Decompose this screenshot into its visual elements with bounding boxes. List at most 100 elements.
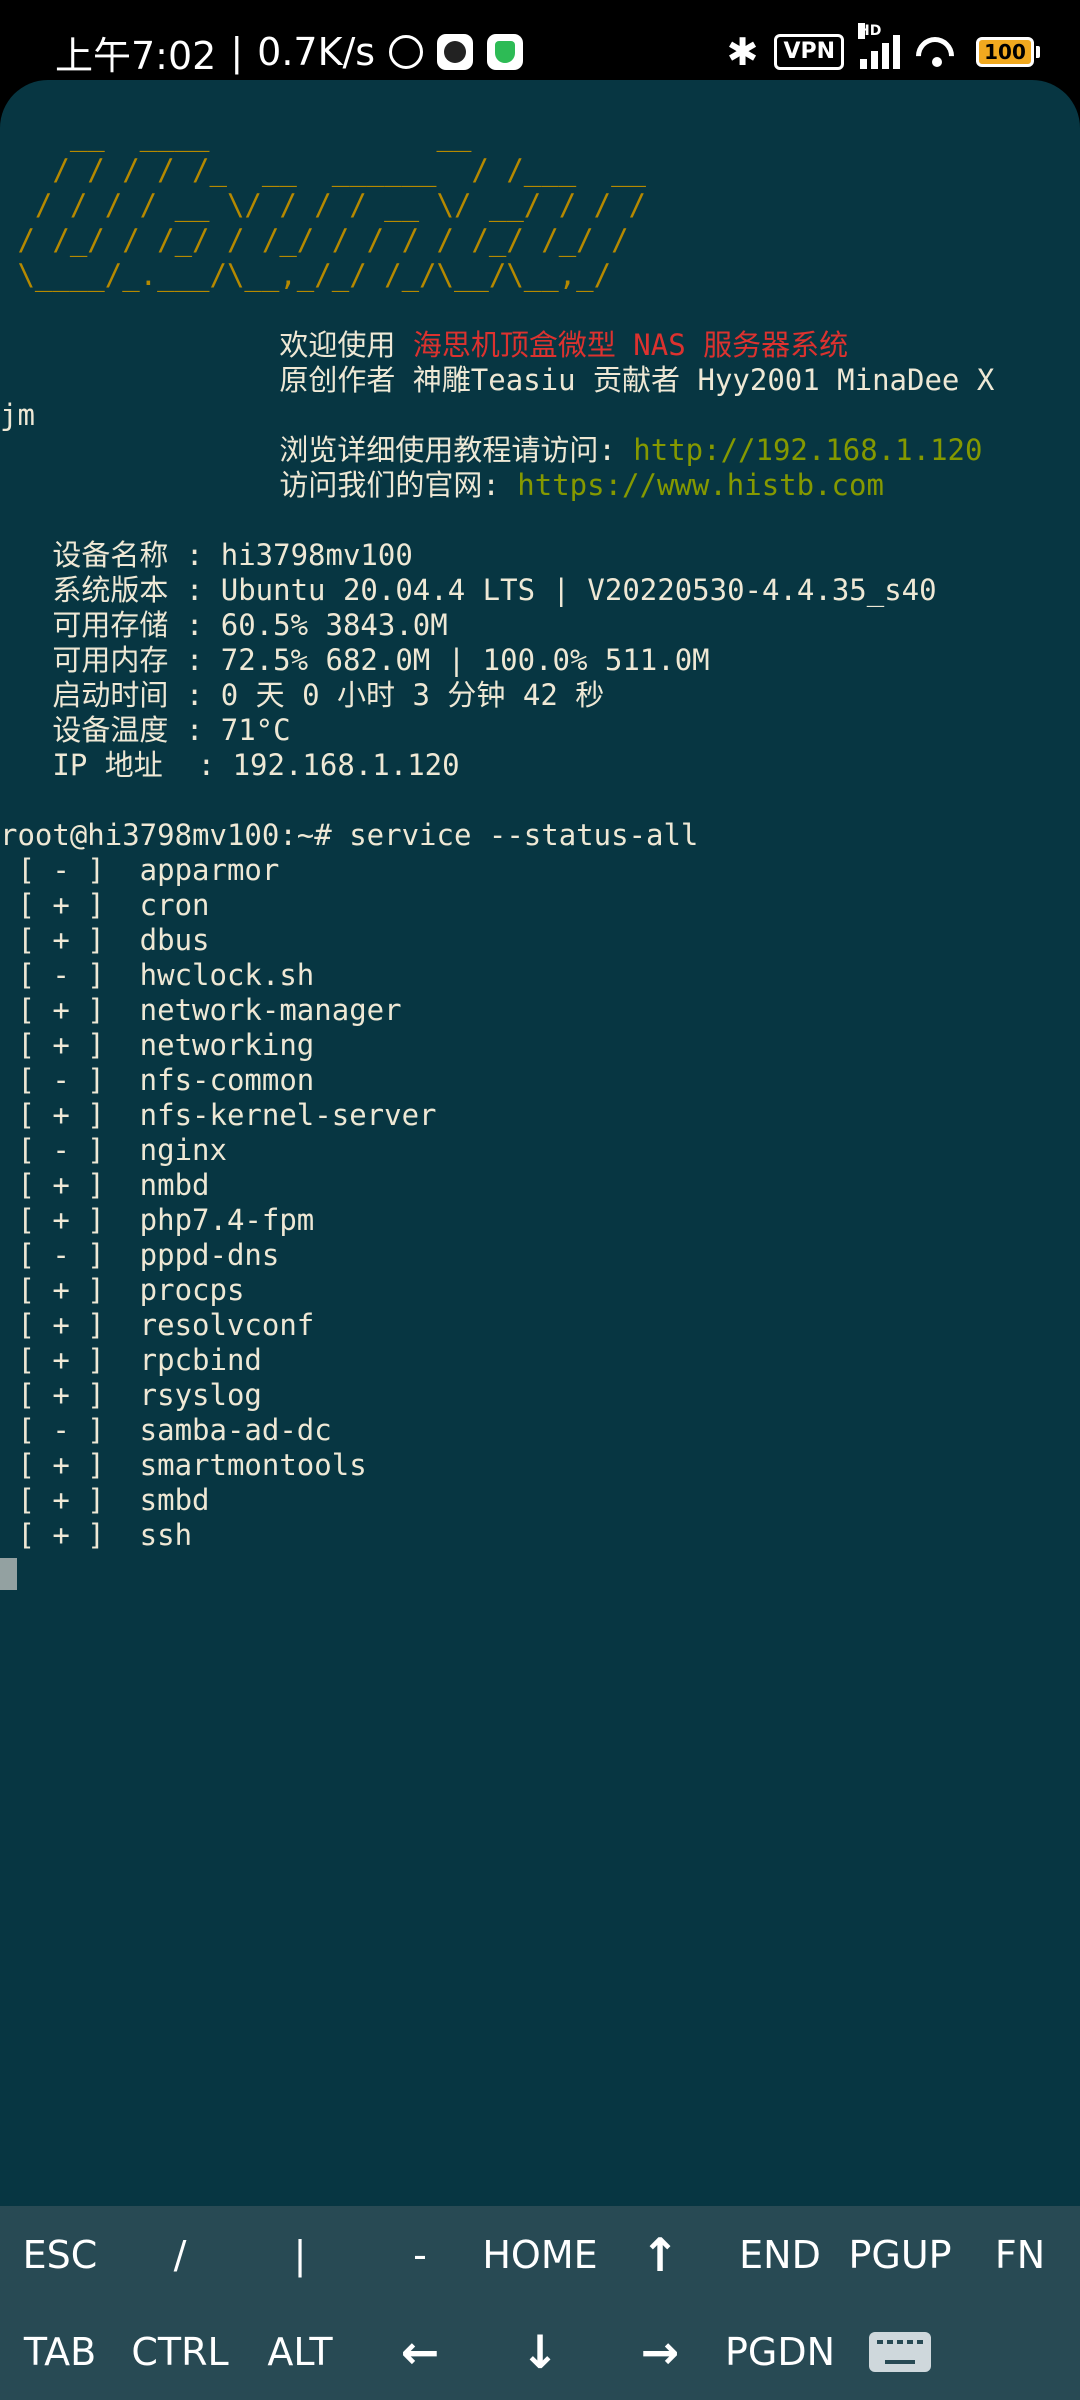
terminal-line: [ - ] hwclock.sh [0,958,1080,993]
key-dash[interactable]: - [360,2206,480,2303]
terminal-text: [ + ] ssh [0,1518,193,1552]
key-down-arrow[interactable]: ↓ [480,2303,600,2400]
wifi-icon [916,35,960,69]
terminal-text: [ + ] nmbd [0,1168,210,1202]
terminal-link[interactable]: http://192.168.1.120 [633,433,982,467]
key-left-arrow[interactable]: ← [360,2303,480,2400]
terminal-text: [ - ] hwclock.sh [0,958,315,992]
terminal-line: [ + ] cron [0,888,1080,923]
terminal-text: [ + ] procps [0,1273,245,1307]
terminal-text: [ - ] pppd-dns [0,1238,280,1272]
terminal-line: 设备温度 : 71°C [0,713,1080,748]
terminal-text: [ - ] apparmor [0,853,280,887]
key-alt[interactable]: ALT [240,2303,360,2400]
key-ctrl[interactable]: CTRL [120,2303,240,2400]
terminal-text: [ + ] nfs-kernel-server [0,1098,437,1132]
terminal-line: [ + ] dbus [0,923,1080,958]
key-pgup[interactable]: PGUP [840,2206,960,2303]
terminal-line: / /_/ / /_/ / /_/ / / / / /_/ /_/ / [0,223,1080,258]
terminal-text: [ + ] dbus [0,923,210,957]
signal-hd-label: HD [858,23,882,39]
terminal-text: 设备名称 : hi3798mv100 [0,538,413,572]
terminal-text: / / / / __ \/ / / / __ \/ __/ / / / [0,188,647,222]
terminal-text: [ + ] network-manager [0,993,402,1027]
shield-notification-icon [487,34,524,70]
terminal-text: [ - ] nginx [0,1133,227,1167]
terminal-text: [ + ] php7.4-fpm [0,1203,315,1237]
terminal-line: / / / / /_ __ ______ / /___ __ [0,153,1080,188]
key-up-arrow[interactable]: ↑ [600,2206,720,2303]
key-pgdn[interactable]: PGDN [720,2303,840,2400]
terminal-line: 可用存储 : 60.5% 3843.0M [0,608,1080,643]
terminal-line: [ - ] apparmor [0,853,1080,888]
status-time: 上午7:02 [55,33,217,78]
terminal-line: 浏览详细使用教程请访问: http://192.168.1.120 [0,433,1080,468]
terminal-text: [ + ] smbd [0,1483,210,1517]
keyboard-toggle-button[interactable] [840,2303,960,2400]
battery-level: 100 [976,37,1034,67]
terminal-line: 系统版本 : Ubuntu 20.04.4 LTS | V20220530-4.… [0,573,1080,608]
terminal-text: 设备温度 : 71°C [0,713,291,747]
terminal-line: 可用内存 : 72.5% 682.0M | 100.0% 511.0M [0,643,1080,678]
terminal-line: [ - ] samba-ad-dc [0,1413,1080,1448]
terminal-text: / /_/ / /_/ / /_/ / / / / /_/ /_/ / [0,223,629,257]
terminal-line: / / / / __ \/ / / / __ \/ __/ / / / [0,188,1080,223]
bluetooth-icon: ✱ [726,30,759,74]
terminal-line: [ - ] nfs-common [0,1063,1080,1098]
terminal-text: [ - ] samba-ad-dc [0,1413,332,1447]
terminal-text: [ + ] resolvconf [0,1308,315,1342]
terminal-text: [ + ] smartmontools [0,1448,367,1482]
terminal-text: 浏览详细使用教程请访问: [0,433,634,467]
terminal-text: [ - ] nfs-common [0,1063,315,1097]
key-pipe[interactable]: | [240,2206,360,2303]
terminal-text: root@hi3798mv100:~# service --status-all [0,818,699,852]
terminal-line: 访问我们的官网: https://www.histb.com [0,468,1080,503]
terminal-line: [ + ] rsyslog [0,1378,1080,1413]
terminal-line: [ + ] nmbd [0,1168,1080,1203]
terminal-text: \____/_.___/\__,_/_/ /_/\__/\__,_/ [0,258,612,292]
terminal-line: [ + ] rpcbind [0,1343,1080,1378]
terminal-line: root@hi3798mv100:~# service --status-all [0,818,1080,853]
terminal-text: jm [0,398,35,432]
terminal-line: __ ____ __ [0,118,1080,153]
terminal-text: [ + ] rpcbind [0,1343,262,1377]
terminal-text: [ + ] rsyslog [0,1378,262,1412]
key-esc[interactable]: ESC [0,2206,120,2303]
terminal-line: [ - ] pppd-dns [0,1238,1080,1273]
status-bar: 上午7:02 | 0.7K/s ✱ VPN HD 100 [0,0,1080,80]
battery-icon: 100 [976,37,1040,67]
terminal-line: 原创作者 神雕Teasiu 贡献者 Hyy2001 MinaDee X [0,363,1080,398]
key-slash[interactable]: / [120,2206,240,2303]
terminal-text: 原创作者 神雕Teasiu 贡献者 Hyy2001 MinaDee X [0,363,995,397]
key-right-arrow[interactable]: → [600,2303,720,2400]
terminal-output: __ ____ __ / / / / /_ __ ______ / /___ _… [0,118,1080,1553]
terminal-line: IP 地址 : 192.168.1.120 [0,748,1080,783]
terminal-text: [ + ] networking [0,1028,315,1062]
terminal-text: 海思机顶盒微型 NAS 服务器系统 [412,328,849,362]
terminal-line: [ + ] network-manager [0,993,1080,1028]
vpn-badge: VPN [774,34,844,70]
signal-icon: HD [858,23,900,69]
alarm-icon [389,35,424,69]
terminal-line: [ + ] procps [0,1273,1080,1308]
key-tab[interactable]: TAB [0,2303,120,2400]
terminal-line: 启动时间 : 0 天 0 小时 3 分钟 42 秒 [0,678,1080,713]
key-fn[interactable]: FN [960,2206,1080,2303]
terminal-line: [ + ] smbd [0,1483,1080,1518]
terminal-line: \____/_.___/\__,_/_/ /_/\__/\__,_/ [0,258,1080,293]
terminal-text: __ ____ __ [0,118,472,152]
terminal-line: [ + ] ssh [0,1518,1080,1553]
terminal-link[interactable]: https://www.histb.com [517,468,884,502]
app-notification-icon [437,34,474,70]
terminal-view[interactable]: __ ____ __ / / / / /_ __ ______ / /___ _… [0,80,1080,2206]
terminal-text: 欢迎使用 [0,328,413,362]
terminal-cursor [0,1558,17,1590]
key-home[interactable]: HOME [480,2206,600,2303]
terminal-text: / / / / /_ __ ______ / /___ __ [0,153,647,187]
terminal-text: [ + ] cron [0,888,210,922]
key-end[interactable]: END [720,2206,840,2303]
status-net-speed: 0.7K/s [257,30,376,74]
